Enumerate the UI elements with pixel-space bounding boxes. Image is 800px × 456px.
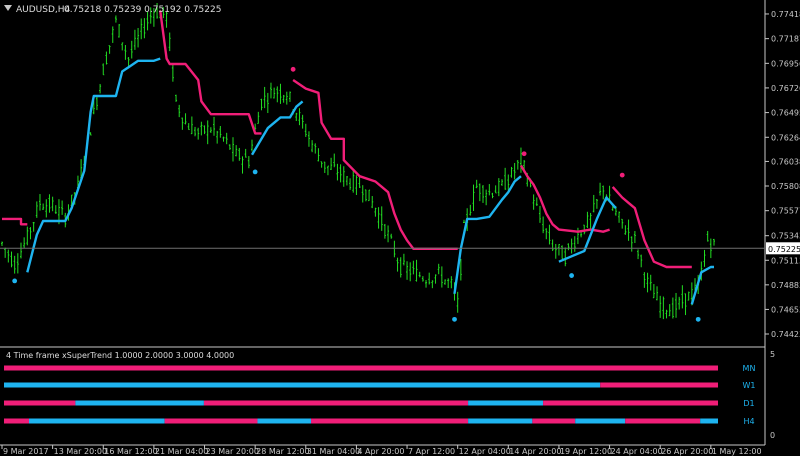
timeframe-segment-down [543,400,718,406]
price-axis-label: 0.76038 [771,157,800,166]
price-axis: 0.75225 0.77418 0.77187 0.76956 0.76726 0.764… [765,10,800,339]
chart-canvas[interactable]: 0.75225 0.77418 0.77187 0.76956 0.76726 0.764… [0,0,800,456]
timeframe-segment-down [4,418,29,424]
timeframe-segment-up [4,382,601,388]
price-axis-label: 0.74423 [771,330,800,339]
price-axis-label: 0.74883 [771,281,800,290]
signal-dot-up [452,316,457,322]
timeframe-label-w1: W1 [743,381,756,390]
time-axis-label: 7 Apr 12:00 [408,447,455,456]
time-axis-label: 21 Mar 04:00 [155,447,208,456]
current-price-label: 0.75225 [768,245,800,254]
supertrend-down-line [611,186,692,269]
timeframe-segment-up [468,418,533,424]
time-axis-label: 12 Apr 04:00 [459,447,511,456]
signal-dot-up [569,273,574,278]
timeframe-segment-up [257,418,312,424]
price-candles [1,2,715,320]
indicator-scale-bottom: 0 [770,431,775,440]
timeframe-segment-down [625,418,701,424]
signal-dot-down [521,151,527,157]
price-axis-label: 0.76264 [771,133,800,142]
time-axis-label: 9 Mar 2017 [3,447,49,456]
price-axis-label: 0.75113 [771,256,800,265]
timeframe-segment-up [468,400,544,406]
indicator-title: 4 Time frame xSuperTrend 1.0000 2.0000 3… [6,351,234,360]
time-axis-label: 19 Apr 12:00 [560,447,612,456]
time-axis-label: 14 Apr 20:00 [509,447,561,456]
chart-header: AUDUSD,H4 0.75218 0.75239 0.75192 0.7522… [4,5,221,15]
time-axis-label: 23 Mar 20:00 [206,447,259,456]
price-axis-label: 0.77418 [771,10,800,19]
price-axis-label: 0.75808 [771,182,800,191]
chart-title-arrow-icon [4,5,12,11]
symbol-timeframe: AUDUSD,H4 [16,5,71,15]
time-axis-label: 13 Mar 20:00 [54,447,107,456]
price-axis-label: 0.76956 [771,59,800,68]
signal-dot-up [252,169,258,175]
timeframe-label-d1: D1 [743,399,754,408]
indicator-panel[interactable]: MN W1 D1 H4 5 0 [4,350,775,440]
signal-dot-down [290,66,296,72]
time-axis-label: 28 Mar 12:00 [256,447,309,456]
time-axis-label: 1 May 12:00 [712,447,762,456]
supertrend-up-line [250,100,304,156]
timeframe-segment-down [600,382,718,388]
timeframe-segment-down [532,418,576,424]
price-panel[interactable] [0,0,766,446]
timeframe-segment-down [203,400,469,406]
signal-dot-up [695,316,701,322]
time-axis-label: 4 Apr 20:00 [357,447,404,456]
price-axis-label: 0.75577 [771,207,800,216]
timeframe-segment-up [575,418,626,424]
ohlc-readout: 0.75218 0.75239 0.75192 0.75225 [64,5,221,15]
price-axis-label: 0.77187 [771,35,800,44]
time-axis-label: 16 Mar 12:00 [104,447,157,456]
price-axis-label: 0.76726 [771,84,800,93]
indicator-scale-top: 5 [770,350,775,359]
time-axis-label: 24 Apr 04:00 [611,447,663,456]
time-axis-label: 26 Apr 20:00 [661,447,713,456]
supertrend-down-line [159,10,262,135]
signal-dot-up [12,278,18,284]
time-axis-label: 31 Mar 04:00 [307,447,360,456]
timeframe-label-h4: H4 [743,417,754,426]
timeframe-segment-down [4,400,76,406]
price-axis-label: 0.76495 [771,109,800,118]
timeframe-segment-up [75,400,204,406]
supertrend-up-line [453,175,522,294]
supertrend-up-line [26,57,161,273]
price-axis-label: 0.75343 [771,232,800,241]
timeframe-segment-up [700,418,718,424]
timeframe-label-mn: MN [743,364,756,373]
price-axis-label: 0.74653 [771,305,800,314]
supertrend-down-line [2,217,28,226]
time-axis: 9 Mar 2017 13 Mar 20:0016 Mar 12:0021 Mar… [1,445,762,456]
signal-dot-down [619,172,625,178]
supertrend-down-line [292,79,458,250]
timeframe-segment-up [28,418,165,424]
timeframe-segment-down [4,365,718,371]
timeframe-segment-down [311,418,469,424]
timeframe-segment-down [164,418,258,424]
